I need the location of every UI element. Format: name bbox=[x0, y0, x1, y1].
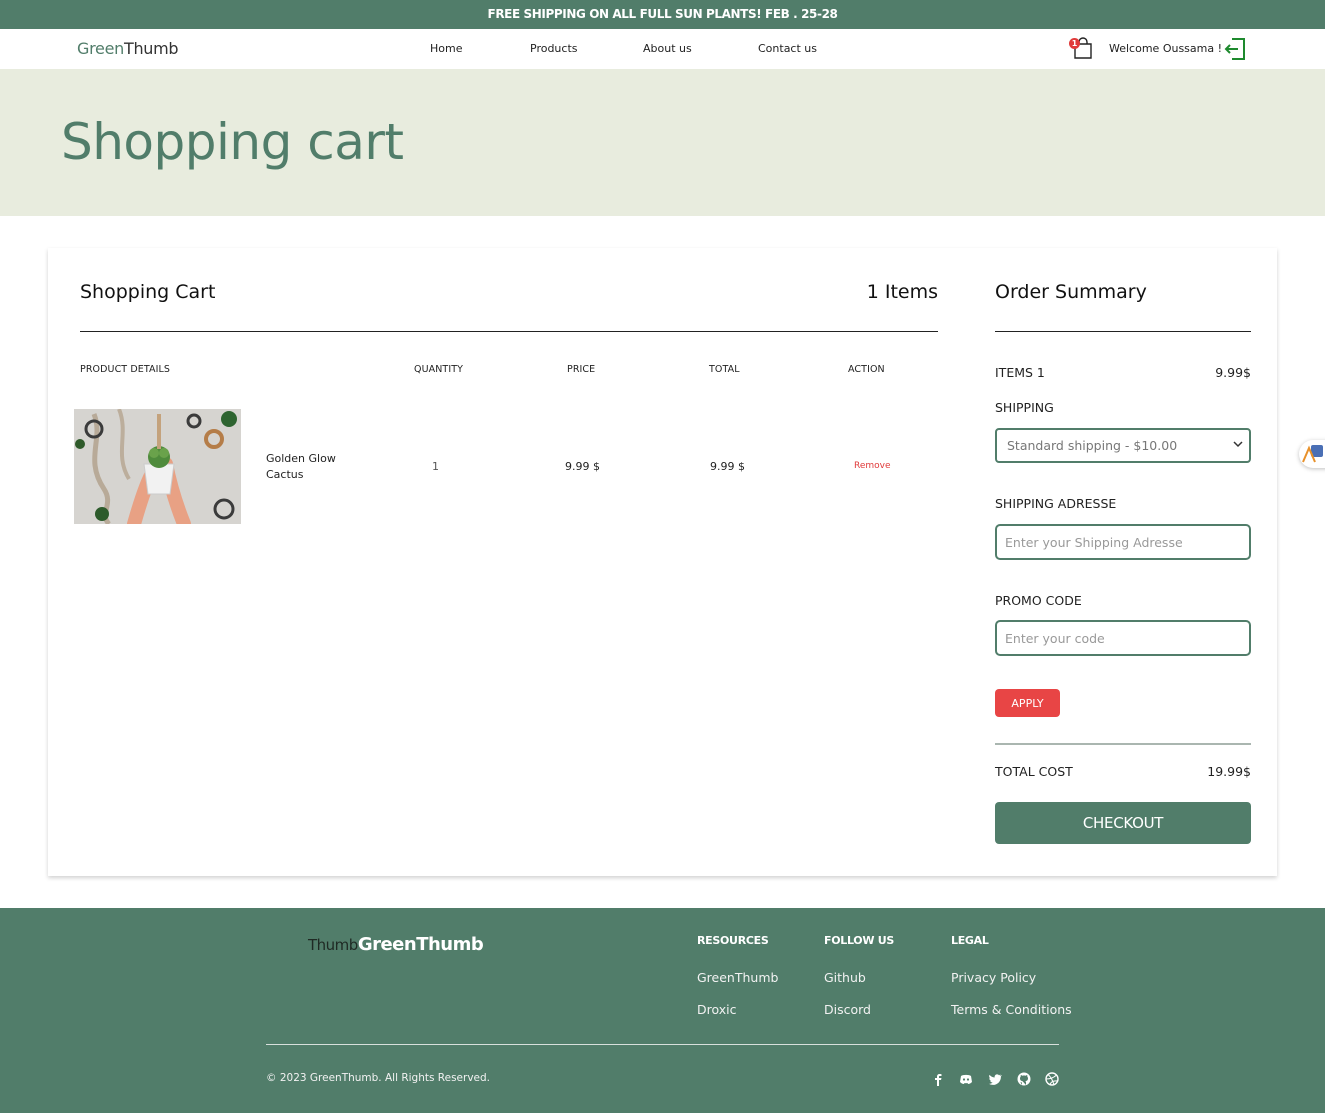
footer-divider bbox=[266, 1044, 1059, 1045]
shipping-select[interactable]: Standard shipping - $10.00 bbox=[995, 428, 1251, 463]
nav-contact[interactable]: Contact us bbox=[758, 42, 817, 55]
footer-logo[interactable]: ThumbGreenThumb bbox=[308, 934, 484, 955]
announcement-text: FREE SHIPPING ON ALL FULL SUN PLANTS! FE… bbox=[487, 7, 838, 21]
footer-logo-thumb: Thumb bbox=[308, 936, 358, 954]
address-label: SHIPPING ADRESSE bbox=[995, 496, 1117, 511]
discord-icon[interactable] bbox=[959, 1072, 973, 1086]
cart-card: Shopping Cart 1 Items PRODUCT DETAILS QU… bbox=[48, 248, 1277, 876]
dribbble-icon[interactable] bbox=[1045, 1072, 1059, 1086]
footer-link-github[interactable]: Github bbox=[824, 970, 866, 985]
nav-home[interactable]: Home bbox=[430, 42, 462, 55]
navbar: GreenThumb Home Products About us Contac… bbox=[0, 29, 1325, 69]
brand-green: Green bbox=[77, 39, 124, 58]
footer-logo-main: GreenThumb bbox=[357, 934, 484, 955]
footer: ThumbGreenThumb RESOURCES GreenThumb Dro… bbox=[0, 908, 1325, 1113]
twitter-icon[interactable] bbox=[988, 1072, 1002, 1086]
shipping-address-input[interactable] bbox=[995, 524, 1251, 560]
summary-items-value: 9.99$ bbox=[1215, 365, 1251, 380]
cart-title: Shopping Cart bbox=[80, 281, 216, 303]
cart-divider bbox=[80, 331, 938, 332]
product-total: 9.99 $ bbox=[710, 460, 745, 473]
summary-divider bbox=[995, 331, 1251, 332]
footer-heading-follow: FOLLOW US bbox=[824, 934, 894, 947]
footer-heading-legal: LEGAL bbox=[951, 934, 989, 947]
checkout-button[interactable]: CHECKOUT bbox=[995, 802, 1251, 844]
shipping-selected-value: Standard shipping - $10.00 bbox=[1007, 438, 1178, 453]
logout-icon[interactable] bbox=[1223, 36, 1247, 62]
footer-link-droxic[interactable]: Droxic bbox=[697, 1002, 737, 1017]
announcement-bar: FREE SHIPPING ON ALL FULL SUN PLANTS! FE… bbox=[0, 0, 1325, 29]
brand-thumb: Thumb bbox=[123, 39, 179, 58]
product-name[interactable]: Golden Glow Cactus bbox=[266, 451, 356, 483]
apply-button[interactable]: APPLY bbox=[995, 689, 1060, 717]
footer-link-privacy[interactable]: Privacy Policy bbox=[951, 970, 1036, 985]
product-price: 9.99 $ bbox=[565, 460, 600, 473]
shipping-label: SHIPPING bbox=[995, 400, 1054, 415]
footer-link-terms[interactable]: Terms & Conditions bbox=[951, 1002, 1072, 1017]
header-action: ACTION bbox=[848, 364, 885, 375]
header-total: TOTAL bbox=[709, 364, 740, 375]
cart-count-badge: 1 bbox=[1069, 38, 1080, 49]
page-hero: Shopping cart bbox=[0, 69, 1325, 216]
copyright-text: © 2023 GreenThumb. All Rights Reserved. bbox=[266, 1072, 491, 1084]
promo-code-input[interactable] bbox=[995, 620, 1251, 656]
product-image[interactable] bbox=[74, 409, 241, 524]
summary-items-label: ITEMS 1 bbox=[995, 365, 1045, 380]
translate-widget-icon[interactable] bbox=[1299, 440, 1325, 468]
footer-link-greenthumb[interactable]: GreenThumb bbox=[697, 970, 778, 985]
page-title: Shopping cart bbox=[61, 113, 404, 171]
promo-label: PROMO CODE bbox=[995, 593, 1082, 608]
cart-icon[interactable]: 1 bbox=[1069, 37, 1095, 61]
total-cost-label: TOTAL COST bbox=[995, 764, 1073, 779]
footer-link-discord[interactable]: Discord bbox=[824, 1002, 871, 1017]
nav-about[interactable]: About us bbox=[643, 42, 692, 55]
product-quantity[interactable]: 1 bbox=[432, 460, 439, 473]
remove-button[interactable]: Remove bbox=[854, 461, 891, 471]
facebook-icon[interactable] bbox=[931, 1072, 945, 1086]
header-product-details: PRODUCT DETAILS bbox=[80, 364, 171, 375]
total-cost-value: 19.99$ bbox=[1207, 764, 1251, 779]
nav-products[interactable]: Products bbox=[530, 42, 578, 55]
brand-logo[interactable]: GreenThumb bbox=[77, 39, 179, 58]
header-quantity: QUANTITY bbox=[414, 364, 464, 375]
cart-items-count: 1 Items bbox=[866, 281, 938, 303]
header-price: PRICE bbox=[567, 364, 596, 375]
chevron-down-icon bbox=[1233, 441, 1243, 448]
summary-divider-2 bbox=[995, 743, 1251, 745]
welcome-text: Welcome Oussama ! bbox=[1109, 42, 1223, 55]
summary-title: Order Summary bbox=[995, 281, 1147, 303]
footer-heading-resources: RESOURCES bbox=[697, 934, 769, 947]
github-icon[interactable] bbox=[1017, 1072, 1031, 1086]
